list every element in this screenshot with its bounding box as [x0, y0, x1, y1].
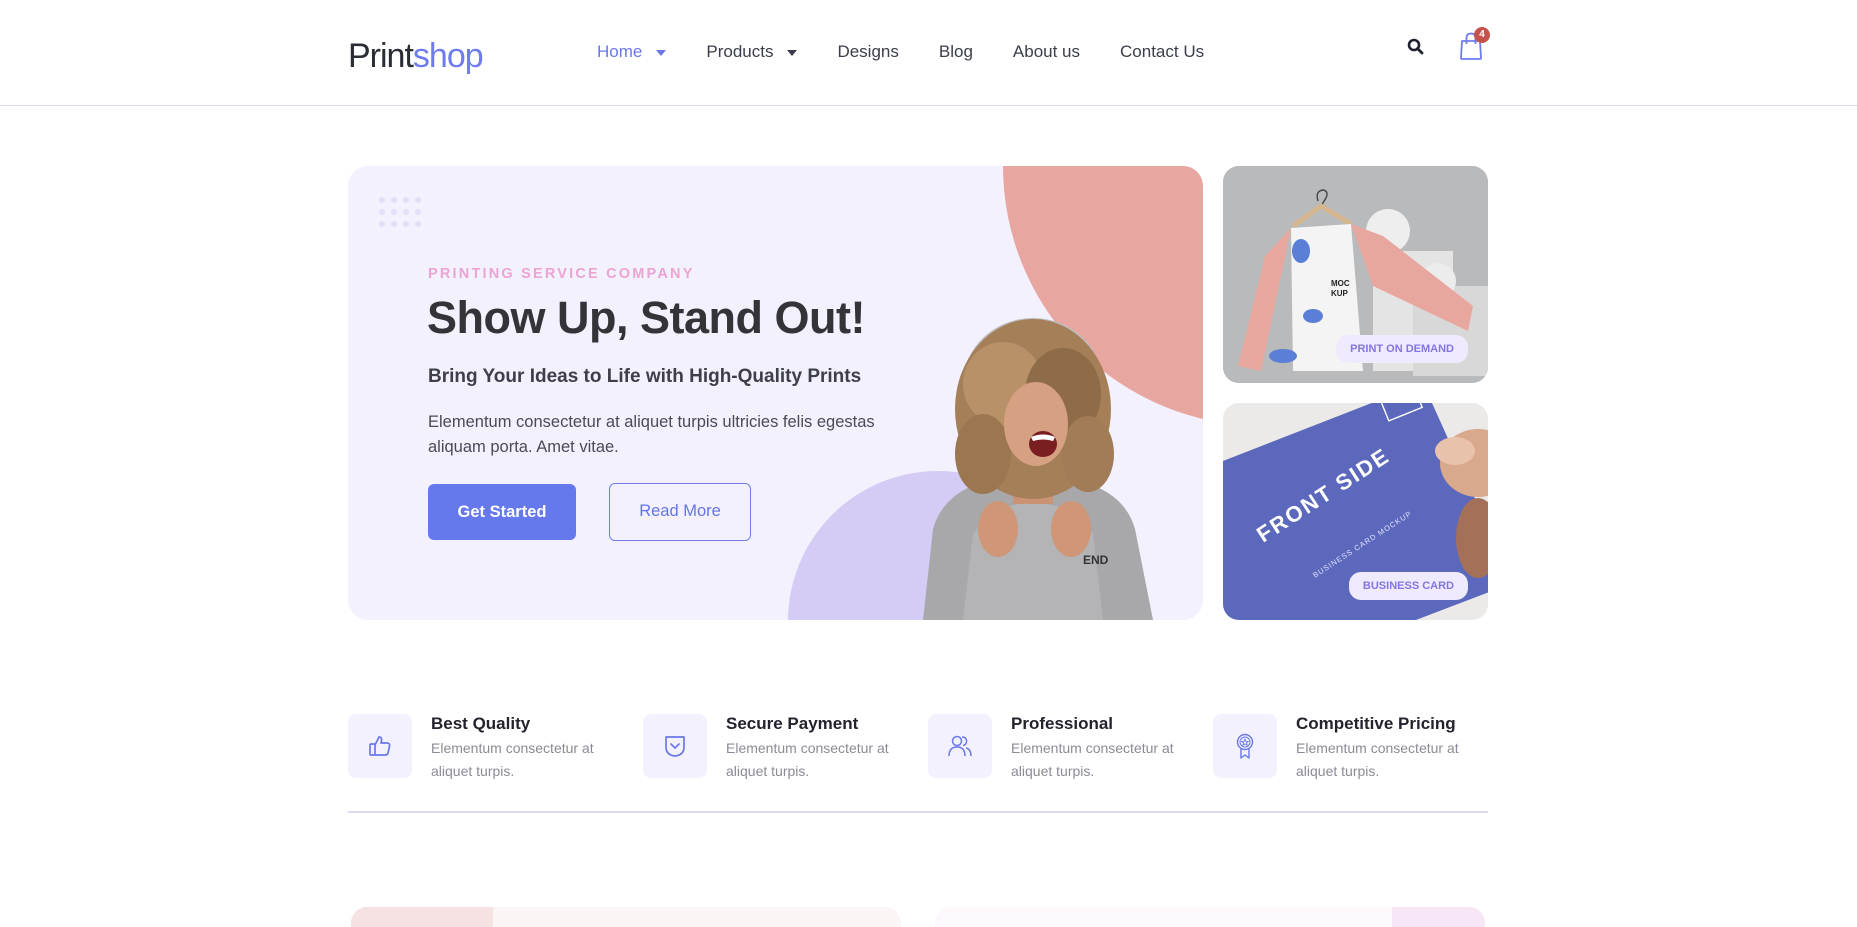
- feature-description: Elementum consectetur at aliquet turpis.: [431, 740, 594, 779]
- nav-designs[interactable]: Designs: [837, 38, 898, 66]
- promo-card-accent: [351, 907, 493, 927]
- thumbs-up-icon: [369, 736, 391, 756]
- section-divider: [348, 811, 1488, 813]
- logo-text-print: Print: [348, 37, 414, 75]
- get-started-button[interactable]: Get Started: [428, 484, 576, 540]
- card-tag-business-card: BUSINESS CARD: [1348, 572, 1468, 600]
- nav-blog[interactable]: Blog: [939, 38, 973, 66]
- search-icon: [1407, 38, 1424, 55]
- award-badge-icon: [1236, 733, 1254, 759]
- nav-about[interactable]: About us: [1013, 38, 1080, 66]
- nav-contact-label: Contact Us: [1120, 42, 1205, 61]
- nav-home[interactable]: Home: [597, 38, 667, 66]
- promo-card-right: [935, 907, 1485, 927]
- nav-about-label: About us: [1012, 42, 1081, 61]
- feature-icon-box: [928, 714, 992, 778]
- svg-text:KUP: KUP: [1331, 289, 1349, 298]
- hero-subtitle: Bring Your Ideas to Life with High-Quali…: [428, 366, 862, 387]
- nav-products-label: Products: [706, 42, 774, 61]
- users-icon: [948, 735, 972, 757]
- hero-description: Elementum consectetur at aliquet turpis …: [428, 413, 875, 456]
- feature-icon-box: [1213, 714, 1277, 778]
- nav-products[interactable]: Products: [706, 38, 798, 66]
- caret-down-icon: [656, 50, 667, 56]
- caret-down-icon: [787, 50, 798, 56]
- feature-icon-box: [643, 714, 707, 778]
- nav-designs-label: Designs: [837, 42, 899, 61]
- decorative-dots: [379, 197, 421, 227]
- svg-text:END: END: [1083, 553, 1109, 567]
- feature-description: Elementum consectetur at aliquet turpis.: [1296, 740, 1459, 779]
- logo-text-shop: shop: [412, 37, 484, 75]
- feature-title: Competitive Pricing: [1296, 714, 1456, 733]
- read-more-button[interactable]: Read More: [609, 483, 751, 541]
- shield-check-icon: [665, 736, 685, 757]
- hero-title: Show Up, Stand Out!: [427, 292, 865, 343]
- promo-card-accent: [1392, 907, 1485, 927]
- feature-description: Elementum consectetur at aliquet turpis.: [726, 740, 889, 779]
- business-card-card[interactable]: FRONT SIDE BUSINESS CARD MOCKUP BUSINESS…: [1223, 403, 1488, 620]
- site-header: Print shop Home Products Designs Blog Abo…: [0, 0, 1857, 106]
- print-on-demand-card[interactable]: MOC KUP PRINT ON DEMAND: [1223, 166, 1488, 383]
- features-row: Best Quality Elementum consectetur at al…: [348, 714, 1488, 780]
- hero-person-image: END: [923, 318, 1153, 620]
- logo[interactable]: Print shop: [348, 26, 484, 76]
- hero-eyebrow: PRINTING SERVICE COMPANY: [428, 266, 695, 282]
- cart-count-badge: 4: [1474, 27, 1490, 43]
- promo-card-left: [351, 907, 901, 927]
- main-nav: Home Products Designs Blog About us Cont…: [597, 38, 1244, 66]
- nav-contact[interactable]: Contact Us: [1120, 38, 1204, 66]
- search-button[interactable]: [1405, 36, 1427, 58]
- feature-title: Best Quality: [431, 714, 531, 733]
- feature-title: Secure Payment: [726, 714, 859, 733]
- feature-icon-box: [348, 714, 412, 778]
- svg-text:MOC: MOC: [1331, 279, 1350, 288]
- hero-banner: END PRINTING SERVICE COMPANY Show Up, St…: [348, 166, 1203, 620]
- feature-title: Professional: [1011, 714, 1114, 733]
- feature-description: Elementum consectetur at aliquet turpis.: [1011, 740, 1174, 779]
- nav-blog-label: Blog: [938, 42, 973, 61]
- card-tag-print-on-demand: PRINT ON DEMAND: [1336, 335, 1468, 363]
- nav-home-label: Home: [597, 42, 643, 61]
